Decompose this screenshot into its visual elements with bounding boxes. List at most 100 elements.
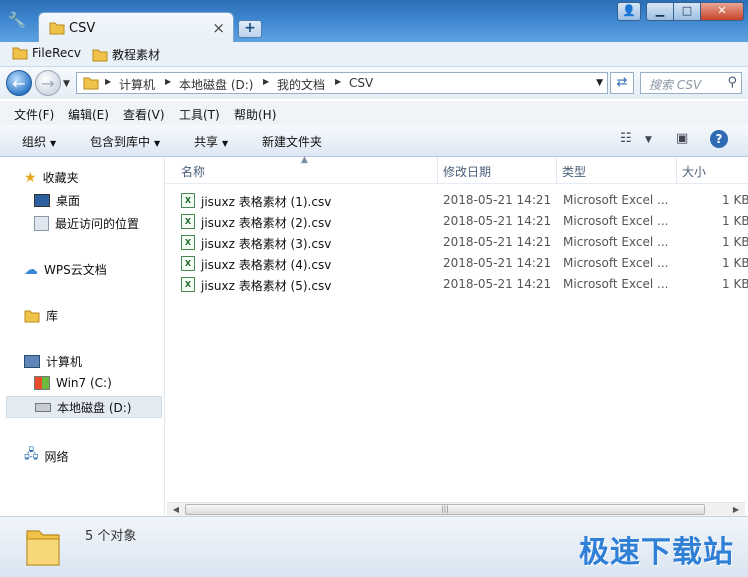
- refresh-icon[interactable]: ⇄: [610, 72, 634, 94]
- address-dropdown-icon[interactable]: ▼: [596, 78, 603, 88]
- nav-drive-c[interactable]: Win7 (C:): [34, 376, 112, 390]
- share-button[interactable]: 共享 ▼: [194, 133, 228, 150]
- scrollbar-thumb[interactable]: |||: [185, 504, 705, 515]
- breadcrumb-arrow-icon[interactable]: ▶: [335, 77, 341, 86]
- column-header: ▲ 名称 修改日期 类型 大小: [165, 155, 748, 184]
- breadcrumb-arrow-icon[interactable]: ▶: [165, 77, 171, 86]
- minimize-button[interactable]: ▁: [646, 2, 674, 21]
- scroll-left-icon[interactable]: ◀: [169, 504, 183, 516]
- nav-drive-d[interactable]: 本地磁盘 (D:): [6, 396, 162, 418]
- file-type: Microsoft Excel ...: [563, 256, 669, 270]
- file-name: jisuxz 表格素材 (4).csv: [201, 258, 332, 272]
- file-name: jisuxz 表格素材 (3).csv: [201, 237, 332, 251]
- nav-label: 计算机: [46, 355, 83, 369]
- back-button[interactable]: ←: [6, 70, 32, 96]
- watermark-logo: 极速下载站: [579, 535, 734, 570]
- tab-csv[interactable]: CSV ×: [38, 12, 234, 44]
- new-tab-button[interactable]: +: [238, 20, 262, 38]
- breadcrumb-arrow-icon[interactable]: ▶: [105, 77, 111, 86]
- new-folder-label: 新建文件夹: [262, 135, 323, 149]
- nav-library[interactable]: 库: [24, 307, 58, 324]
- menu-help[interactable]: 帮助(H): [234, 106, 276, 123]
- file-size: 1 KB: [722, 214, 748, 228]
- file-size: 1 KB: [722, 277, 748, 291]
- maximize-button[interactable]: □: [673, 2, 701, 21]
- menu-edit[interactable]: 编辑(E): [68, 106, 109, 123]
- folder-icon: [12, 47, 28, 60]
- menu-file[interactable]: 文件(F): [14, 106, 54, 123]
- new-folder-button[interactable]: 新建文件夹: [262, 133, 322, 150]
- nav-computer[interactable]: 计算机: [24, 353, 82, 370]
- column-divider[interactable]: [437, 157, 438, 183]
- drive-icon: [35, 402, 51, 412]
- user-icon[interactable]: 👤: [617, 2, 641, 21]
- address-bar[interactable]: ▶ 计算机 ▶ 本地磁盘 (D:) ▶ 我的文档 ▶ CSV ▼: [76, 72, 608, 94]
- favorites-bar: FileRecv 教程素材: [0, 42, 748, 67]
- file-row[interactable]: X jisuxz 表格素材 (4).csv 2018-05-21 14:21 M…: [179, 254, 748, 274]
- file-list: ▲ 名称 修改日期 类型 大小 X jisuxz 表格素材 (1).csv 20…: [165, 155, 748, 517]
- organize-button[interactable]: 组织 ▼: [22, 133, 56, 150]
- view-options-icon[interactable]: ☷: [620, 131, 632, 146]
- wrench-icon[interactable]: 🔧: [6, 10, 28, 30]
- file-row[interactable]: X jisuxz 表格素材 (1).csv 2018-05-21 14:21 M…: [179, 191, 748, 211]
- network-icon: 🖧: [24, 447, 39, 462]
- favorite-tutorial-materials[interactable]: 教程素材: [92, 46, 160, 63]
- organize-label: 组织: [22, 135, 47, 149]
- close-button[interactable]: ✕: [700, 2, 744, 21]
- folder-icon: [92, 49, 108, 61]
- nav-label: Win7 (C:): [56, 376, 112, 390]
- search-placeholder: 搜索 CSV: [649, 78, 702, 92]
- chevron-down-icon: ▼: [50, 139, 57, 148]
- column-divider[interactable]: [556, 157, 557, 183]
- file-name: jisuxz 表格素材 (5).csv: [201, 279, 332, 293]
- file-row[interactable]: X jisuxz 表格素材 (2).csv 2018-05-21 14:21 M…: [179, 212, 748, 232]
- file-row[interactable]: X jisuxz 表格素材 (3).csv 2018-05-21 14:21 M…: [179, 233, 748, 253]
- file-size: 1 KB: [722, 235, 748, 249]
- nav-network[interactable]: 🖧 网络: [24, 445, 69, 467]
- favorite-filerecv[interactable]: FileRecv: [12, 46, 81, 60]
- menu-tools[interactable]: 工具(T): [179, 106, 220, 123]
- column-date[interactable]: 修改日期: [443, 163, 491, 180]
- desktop-icon: [34, 194, 50, 207]
- column-divider[interactable]: [676, 157, 677, 183]
- column-size[interactable]: 大小: [682, 163, 706, 180]
- nav-desktop[interactable]: 桌面: [34, 192, 80, 209]
- folder-icon: [83, 77, 99, 90]
- nav-recent-places[interactable]: 最近访问的位置: [34, 215, 139, 232]
- column-name[interactable]: 名称: [181, 163, 205, 180]
- view-dropdown-icon[interactable]: ▼: [645, 135, 652, 145]
- command-bar: 组织 ▼ 包含到库中 ▼ 共享 ▼ 新建文件夹 ☷ ▼ ▣ ?: [0, 125, 748, 157]
- tab-label: CSV: [69, 21, 96, 36]
- breadcrumb-csv[interactable]: CSV: [349, 76, 373, 90]
- scroll-right-icon[interactable]: ▶: [729, 504, 743, 516]
- search-input[interactable]: 搜索 CSV ⚲: [640, 72, 742, 94]
- windows-drive-icon: [34, 376, 50, 390]
- menu-view[interactable]: 查看(V): [123, 106, 165, 123]
- star-icon: ★: [24, 169, 37, 186]
- nav-wps-cloud[interactable]: ☁ WPS云文档: [24, 261, 107, 278]
- forward-button[interactable]: →: [35, 70, 61, 96]
- file-date: 2018-05-21 14:21: [443, 193, 552, 207]
- file-date: 2018-05-21 14:21: [443, 277, 552, 291]
- breadcrumb-my-documents[interactable]: 我的文档: [277, 76, 325, 93]
- title-bar: 🔧 CSV × + 👤 ▁ □ ✕: [0, 0, 748, 44]
- help-icon[interactable]: ?: [710, 130, 728, 148]
- column-type[interactable]: 类型: [562, 163, 586, 180]
- preview-pane-icon[interactable]: ▣: [676, 131, 688, 146]
- nav-favorites[interactable]: ★ 收藏夹: [24, 169, 79, 186]
- file-row[interactable]: X jisuxz 表格素材 (5).csv 2018-05-21 14:21 M…: [179, 275, 748, 295]
- folder-icon: [49, 22, 65, 35]
- tab-close-icon[interactable]: ×: [212, 19, 225, 37]
- include-in-library-button[interactable]: 包含到库中 ▼: [90, 133, 160, 150]
- search-icon[interactable]: ⚲: [727, 75, 737, 90]
- horizontal-scrollbar[interactable]: ◀ ||| ▶: [167, 502, 745, 517]
- file-type: Microsoft Excel ...: [563, 235, 669, 249]
- history-dropdown-icon[interactable]: ▼: [63, 79, 70, 89]
- library-icon: [24, 310, 40, 322]
- chevron-down-icon: ▼: [222, 139, 229, 148]
- sort-up-icon: ▲: [301, 155, 308, 165]
- breadcrumb-computer[interactable]: 计算机: [119, 76, 155, 93]
- breadcrumb-drive-d[interactable]: 本地磁盘 (D:): [179, 76, 253, 93]
- excel-csv-icon: X: [181, 193, 195, 208]
- breadcrumb-arrow-icon[interactable]: ▶: [263, 77, 269, 86]
